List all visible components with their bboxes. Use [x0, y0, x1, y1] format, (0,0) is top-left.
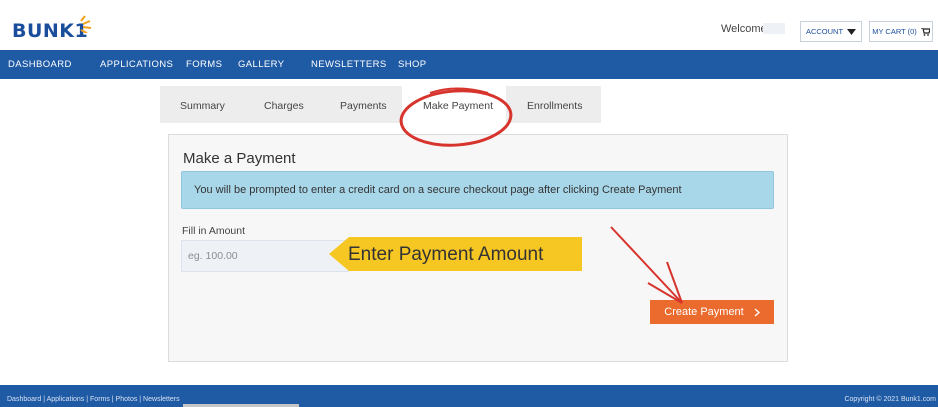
footer-copyright: Copyright © 2021 Bunk1.com [844, 396, 936, 403]
footer-links[interactable]: Dashboard | Applications | Forms | Photo… [7, 396, 180, 403]
pointer-arrow [610, 226, 683, 304]
footer: Dashboard | Applications | Forms | Photo… [0, 385, 938, 407]
annotation-overlay [399, 87, 683, 304]
pointer-arrow-head-a [666, 261, 683, 304]
highlight-circle [399, 89, 513, 147]
